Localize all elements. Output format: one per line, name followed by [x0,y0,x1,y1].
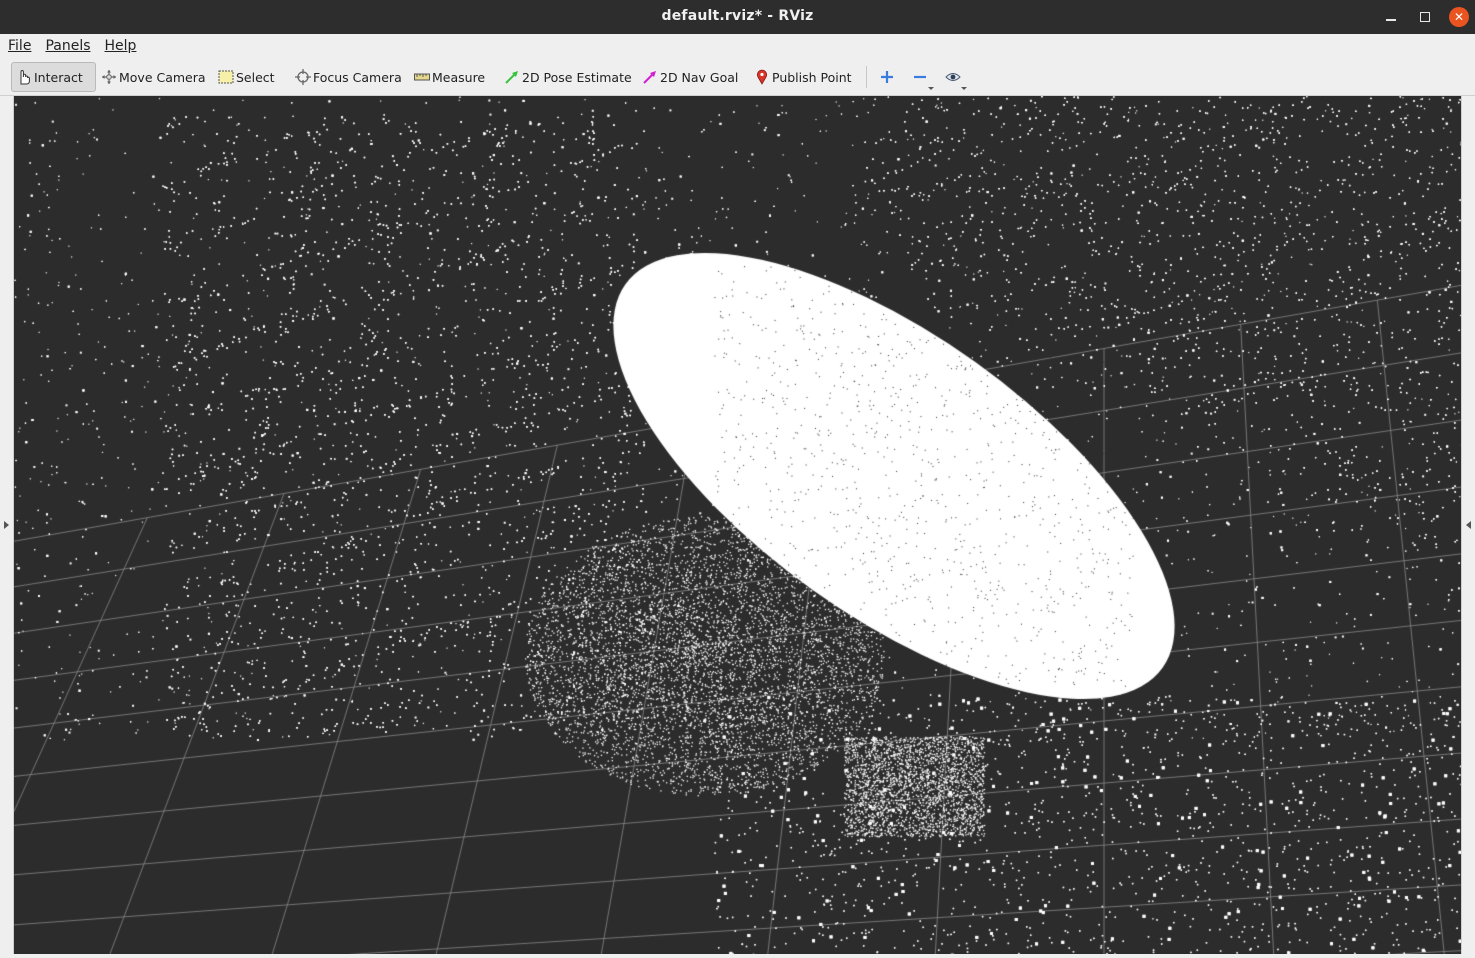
close-button[interactable]: ✕ [1449,7,1469,27]
minimize-icon [1386,19,1396,21]
menu-file-label: File [8,38,32,54]
focus-camera-tool-button[interactable]: Focus Camera [291,62,406,92]
minimize-button[interactable] [1381,7,1401,27]
render-viewport[interactable] [14,96,1461,954]
expand-left-arrow-icon [1466,521,1471,529]
window-title: default.rviz* - RViz [661,8,814,24]
plus-icon [881,71,893,83]
menu-help[interactable]: Help [105,38,137,54]
select-box-icon [218,69,234,85]
publish-point-tool-button[interactable]: Publish Point [750,62,856,92]
move-camera-icon [101,69,117,85]
focus-camera-label: Focus Camera [313,69,402,85]
ruler-icon [414,69,430,85]
menu-file[interactable]: File [8,38,31,54]
pose-estimate-tool-button[interactable]: 2D Pose Estimate [500,62,636,92]
minus-icon [914,75,926,79]
left-dock-collapse-handle[interactable] [0,96,14,954]
nav-goal-label: 2D Nav Goal [660,69,739,85]
maximize-icon [1420,12,1430,22]
nav-goal-tool-button[interactable]: 2D Nav Goal [638,62,742,92]
remove-dropdown-indicator [928,87,934,90]
menu-panels[interactable]: Panels [45,38,90,54]
window-titlebar: default.rviz* - RViz ✕ [0,0,1475,34]
interact-tool-button[interactable]: Interact [11,62,96,92]
remove-tool-button[interactable] [909,66,934,90]
view-dropdown-indicator [961,87,967,90]
point-cloud-canvas[interactable] [14,96,1461,954]
tools-toolbar: Interact Move Camera Select Focus Camera… [0,58,1475,96]
pose-estimate-label: 2D Pose Estimate [522,69,632,85]
menu-help-label: Help [104,38,137,54]
bottom-border [0,954,1475,958]
expand-right-arrow-icon [4,521,9,529]
move-camera-label: Move Camera [119,69,206,85]
measure-tool-button[interactable]: Measure [410,62,489,92]
measure-label: Measure [432,69,486,85]
select-label: Select [236,69,275,85]
interact-label: Interact [34,69,83,85]
add-tool-button[interactable] [876,66,898,88]
eye-icon [945,73,961,81]
map-pin-icon [754,69,770,85]
maximize-button[interactable] [1415,7,1435,27]
magenta-arrow-icon [642,69,658,85]
menu-bar: File Panels Help [0,34,1475,58]
view-tool-button[interactable] [942,66,967,90]
toolbar-separator [866,66,867,88]
close-icon: ✕ [1453,10,1465,24]
menu-panels-label: Panels [45,38,91,54]
select-tool-button[interactable]: Select [214,62,279,92]
move-camera-tool-button[interactable]: Move Camera [97,62,210,92]
right-dock-collapse-handle[interactable] [1461,96,1475,954]
publish-point-label: Publish Point [772,69,852,85]
green-arrow-icon [504,69,520,85]
focus-crosshair-icon [295,69,311,85]
hand-pointer-icon [16,69,32,85]
